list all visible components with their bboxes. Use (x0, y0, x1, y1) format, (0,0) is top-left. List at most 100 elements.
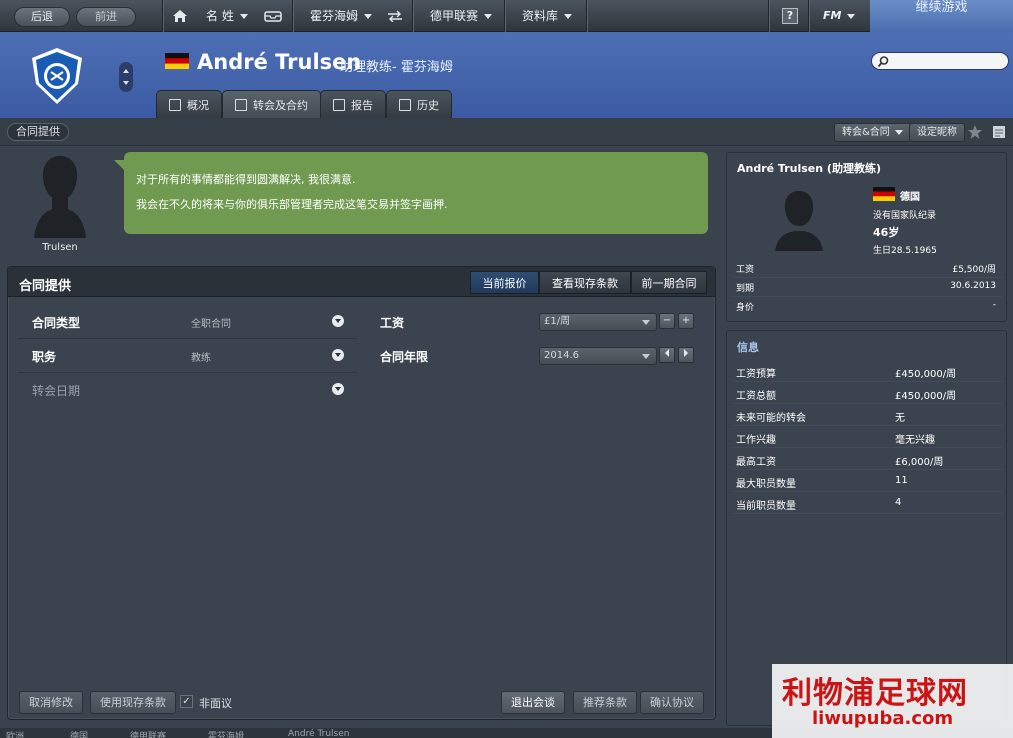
transfer-contract-label: 转会&合同 (842, 127, 890, 138)
info-row: 最大职员数量 11 (731, 470, 1002, 492)
profile-scroll-arrows[interactable] (119, 62, 133, 92)
wage-label: 工资 (380, 316, 405, 330)
fm-menu[interactable]: FM (823, 0, 856, 32)
tab-existing-terms[interactable]: 查看现存条款 (539, 271, 631, 294)
continue-game-button[interactable]: 继续游戏 (870, 0, 1013, 32)
nation-label: 德国 (900, 192, 920, 203)
info-row-key: 未来可能的转会 (736, 413, 806, 424)
forward-button[interactable]: 前进 (76, 7, 136, 27)
breadcrumb-item[interactable]: 德甲联赛 (130, 729, 166, 738)
tab-report[interactable]: 报告 (320, 90, 386, 118)
exit-talks-button[interactable]: 退出会谈 (501, 691, 565, 714)
id-card-icon (169, 98, 181, 111)
response-line: 对于所有的事情都能得到圆满解决, 我很满意. (136, 173, 356, 186)
breadcrumb-item[interactable]: 德国 (70, 729, 88, 738)
dropdown-icon[interactable] (332, 315, 344, 327)
info-row-key: 最高工资 (736, 457, 776, 468)
profile-row-key: 工资 (736, 265, 755, 275)
tab-current-offer[interactable]: 当前报价 (470, 271, 539, 294)
watermark-url: liwupuba.com (812, 708, 954, 729)
use-existing-terms-button[interactable]: 使用现存条款 (90, 691, 176, 714)
page-title: 合同提供 (7, 123, 69, 141)
home-icon (173, 10, 187, 22)
toolbar-divider (504, 0, 505, 32)
chevron-right-icon (684, 349, 688, 357)
confirm-agreement-button[interactable]: 确认协议 (640, 691, 704, 714)
profile-row: 到期 30.6.2013 (731, 278, 1002, 297)
database-menu[interactable]: 资料库 (522, 0, 573, 32)
info-row-value: 无 (895, 413, 905, 424)
contract-length-select[interactable]: 2014.6 (539, 347, 657, 365)
info-row: 工资总额 £450,000/周 (731, 382, 1002, 404)
tab-label: 转会及合约 (253, 98, 308, 112)
inbox-icon (264, 11, 282, 22)
birth-date-label: 生日28.5.1965 (873, 246, 937, 256)
search-field[interactable] (871, 52, 1009, 70)
name-menu[interactable]: 名 姓 (206, 0, 248, 32)
wage-select[interactable]: £1/周 (539, 313, 657, 331)
breadcrumb-item[interactable]: 霍芬海姆 (208, 729, 244, 738)
wage-decrease-button[interactable]: − (659, 313, 675, 329)
set-nickname-button[interactable]: 设定昵称 (909, 123, 965, 142)
breadcrumb-item[interactable]: André Trulsen (288, 729, 349, 738)
suggest-terms-button[interactable]: 推荐条款 (573, 691, 637, 714)
contract-type-value: 全职合同 (191, 319, 231, 330)
tab-previous-contract[interactable]: 前一期合同 (631, 271, 707, 294)
breadcrumb-item[interactable]: 欧洲 (6, 729, 24, 738)
help-button[interactable]: ? (782, 0, 798, 32)
transfer-date-row[interactable]: 转会日期 (18, 373, 357, 407)
toolbar-divider (412, 0, 413, 32)
tab-history[interactable]: 历史 (386, 90, 452, 118)
notes-icon[interactable] (991, 124, 1007, 140)
chevron-down-icon (239, 13, 248, 19)
swap-button[interactable] (386, 0, 404, 32)
role-label: 职务 (32, 350, 57, 364)
star-icon[interactable] (967, 124, 983, 140)
watermark-text: 利物浦足球网 (782, 676, 968, 711)
tab-label: 报告 (351, 98, 373, 112)
wage-increase-button[interactable]: + (678, 313, 694, 329)
help-icon: ? (782, 8, 798, 24)
league-menu[interactable]: 德甲联赛 (430, 0, 493, 32)
transfer-date-label: 转会日期 (32, 384, 81, 398)
contract-type-row[interactable]: 合同类型 全职合同 (18, 305, 357, 339)
dropdown-icon[interactable] (332, 349, 344, 361)
national-team-record: 没有国家队纪录 (873, 211, 937, 221)
portrait-caption: Trulsen (42, 242, 78, 253)
tab-label: 历史 (417, 98, 439, 112)
info-row-value: £6,000/周 (895, 457, 944, 468)
info-row-value: £450,000/周 (895, 369, 957, 380)
info-row-key: 工作兴趣 (736, 435, 776, 446)
profile-row-value: 30.6.2013 (950, 281, 996, 291)
length-previous-button[interactable] (659, 347, 675, 363)
inbox-button[interactable] (264, 0, 282, 32)
tab-overview[interactable]: 概况 (156, 90, 222, 118)
chevron-down-icon (642, 354, 650, 359)
info-row-key: 最大职员数量 (736, 479, 796, 490)
transfer-contract-menu[interactable]: 转会&合同 (834, 123, 911, 142)
length-next-button[interactable] (678, 347, 694, 363)
info-row-key: 工资预算 (736, 369, 776, 380)
role-row[interactable]: 职务 教练 (18, 339, 357, 373)
dropdown-icon[interactable] (332, 383, 344, 395)
info-row-value: 4 (895, 497, 902, 508)
info-row-key: 工资总额 (736, 391, 776, 402)
contract-length-value: 2014.6 (544, 350, 579, 361)
non-negotiable-checkbox[interactable]: ✓ (180, 695, 193, 708)
info-row: 未来可能的转会 无 (731, 404, 1002, 426)
person-name: André Trulsen (197, 50, 362, 74)
info-row-value: 毫无兴趣 (895, 435, 935, 446)
age-label: 46岁 (873, 226, 900, 239)
search-input[interactable] (892, 54, 1002, 68)
person-role: 助理教练- 霍芬海姆 (340, 60, 453, 75)
wage-value: £1/周 (544, 316, 571, 327)
back-button[interactable]: 后退 (14, 7, 70, 27)
contract-panel-title: 合同提供 (19, 279, 72, 294)
profile-row: 身价 - (731, 297, 1002, 316)
home-button[interactable] (172, 0, 188, 32)
tab-transfer-contract[interactable]: 转会及合约 (222, 90, 321, 118)
up-down-arrows-icon (123, 69, 129, 85)
cancel-changes-button[interactable]: 取消修改 (19, 691, 83, 714)
club-menu[interactable]: 霍芬海姆 (310, 0, 373, 32)
contract-offer-panel: 合同提供 当前报价 查看现存条款 前一期合同 合同类型 全职合同 职务 教练 转… (7, 266, 716, 720)
